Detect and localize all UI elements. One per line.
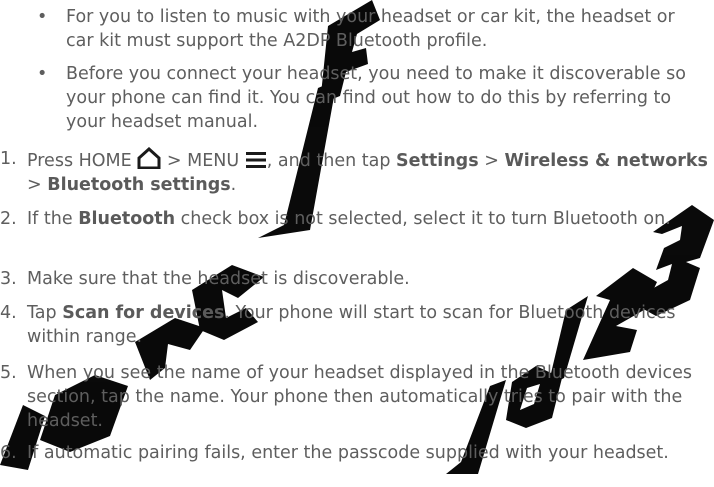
step-text: If automatic pairing fails, enter the pa… <box>27 443 669 463</box>
bullet-symbol: • <box>37 7 48 27</box>
step-number: 3. <box>0 269 17 289</box>
step-text-part: , and then tap <box>266 151 391 171</box>
bluetooth-settings-label: Bluetooth settings <box>47 175 231 195</box>
step-number: 4. <box>0 303 17 323</box>
separator: > <box>484 151 499 171</box>
step-text-part: If the <box>27 209 73 229</box>
home-icon <box>137 147 161 169</box>
step-text: Make sure that the headset is discoverab… <box>27 269 410 289</box>
step-text: If the Bluetooth check box is not select… <box>27 207 714 231</box>
wireless-networks-label: Wireless & networks <box>504 151 708 171</box>
step-text-part: check box is not selected, select it to … <box>180 209 671 229</box>
separator: > <box>27 175 42 195</box>
step-text-part: Tap <box>27 303 57 323</box>
step-number: 1. <box>0 149 17 169</box>
bullet-symbol: • <box>37 64 48 84</box>
bluetooth-label: Bluetooth <box>78 209 176 229</box>
bullet-text: For you to listen to music with your hea… <box>66 7 675 51</box>
step-text: Tap Scan for devices. Your phone will st… <box>27 301 714 349</box>
step-text-part: Press HOME <box>27 151 132 171</box>
step-text-part: . <box>230 175 237 195</box>
bullet-text: Before you connect your headset, you nee… <box>66 64 686 132</box>
step-text: When you see the name of your headset di… <box>27 363 693 431</box>
settings-label: Settings <box>396 151 479 171</box>
step-number: 6. <box>0 443 17 463</box>
step-text: Press HOME > MENU , and then tap Setting… <box>27 147 714 197</box>
menu-icon <box>245 152 266 168</box>
step-number: 2. <box>0 209 17 229</box>
step-number: 5. <box>0 363 17 383</box>
step-text-part: > MENU <box>166 151 240 171</box>
scan-for-devices-label: Scan for devices <box>62 303 225 323</box>
